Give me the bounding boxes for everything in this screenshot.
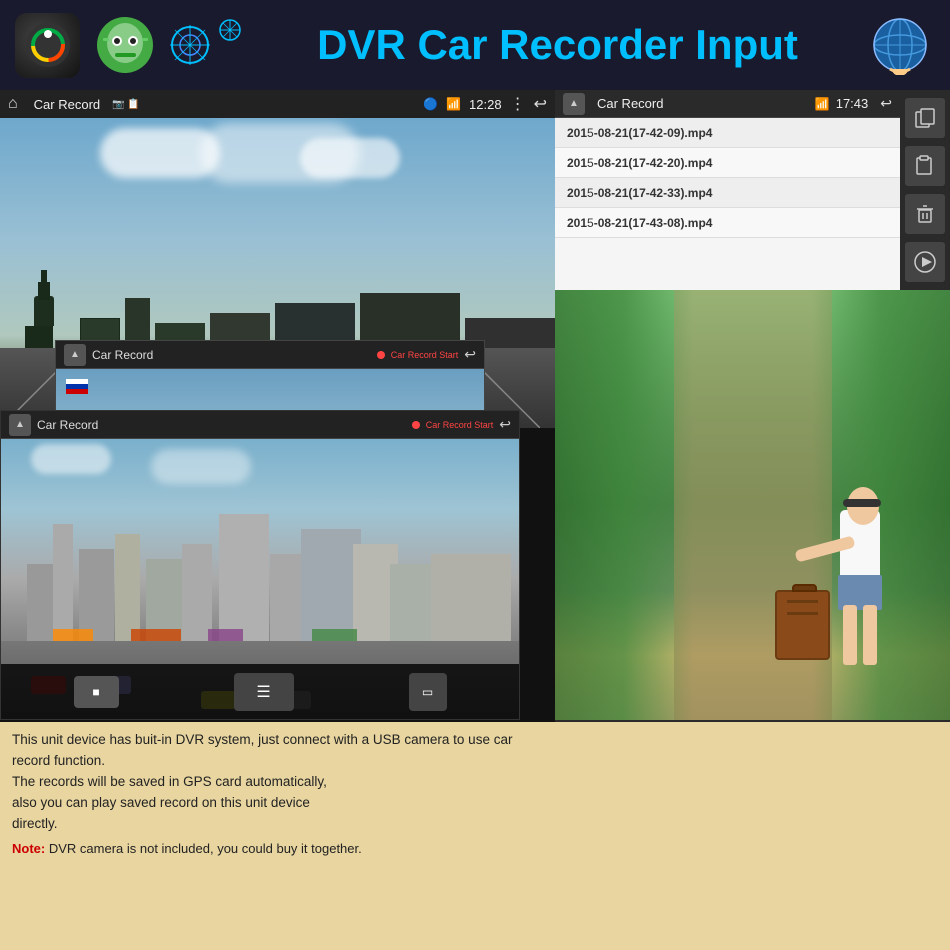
right-panel-up-btn[interactable]: ▲ (563, 93, 585, 115)
panel-mid-rec: Car Record Start (391, 350, 459, 360)
panel-mid-title: Car Record (92, 348, 371, 362)
right-bottom-text (555, 722, 950, 950)
home-icon[interactable]: ⌂ (8, 95, 18, 113)
panel-mid-up-btn[interactable]: ▲ (64, 344, 86, 366)
girl-photo (555, 290, 950, 720)
panel-large-square-btn[interactable]: ▭ (409, 673, 447, 711)
rec-dot-mid (377, 351, 385, 359)
file-item-4[interactable]: 2015-08-21(17-43-08).mp4 (555, 208, 900, 238)
globe-icon (865, 10, 935, 80)
note-content: DVR camera is not included, you could bu… (49, 841, 362, 856)
file-item-2[interactable]: 2015-08-21(17-42-20).mp4 (555, 148, 900, 178)
panel-large-up-btn[interactable]: ▲ (9, 414, 31, 436)
file-item-1[interactable]: 2015-08-21(17-42-09).mp4 (555, 118, 900, 148)
description-text: This unit device has buit-in DVR system,… (12, 730, 543, 835)
description-area: This unit device has buit-in DVR system,… (0, 722, 555, 950)
robot-icon (90, 10, 160, 80)
play-btn[interactable] (905, 242, 945, 282)
panel1-title: Car Record (34, 97, 100, 112)
status-time-1: 12:28 (469, 97, 502, 112)
left-panels-area: ⌂ Car Record 📷 📋 🔵 📶 12:28 ⋮ ↩ ▲ Car Rec… (0, 90, 555, 950)
right-panel-title: Car Record (597, 96, 809, 111)
right-panel-time: 17:43 (836, 96, 869, 111)
back-btn-1[interactable]: ↩ (534, 94, 547, 114)
page-title: DVR Car Recorder Input (260, 21, 855, 69)
copy-btn[interactable] (905, 98, 945, 138)
panel-large-title: Car Record (37, 418, 406, 432)
panel-large-header: ▲ Car Record Car Record Start ↩ (1, 411, 519, 439)
right-panel-wifi: 📶 (815, 97, 830, 111)
right-content: ▲ Car Record 📶 17:43 ↩ 2015-08-21(17-42-… (555, 90, 950, 950)
header-deco-left (170, 15, 250, 75)
file-list-panel: ▲ Car Record 📶 17:43 ↩ 2015-08-21(17-42-… (555, 90, 900, 290)
more-icon-1[interactable]: ⋮ (510, 94, 526, 114)
rec-dot-large (412, 421, 420, 429)
top-header: DVR Car Recorder Input (0, 0, 950, 90)
panel-large-bottom-bar: ■ ☰ ▭ (1, 664, 519, 719)
file-list-header: ▲ Car Record 📶 17:43 ↩ (555, 90, 900, 118)
delete-btn[interactable] (905, 194, 945, 234)
note-text: Note: DVR camera is not included, you co… (12, 841, 543, 856)
right-panel-back-btn[interactable]: ↩ (880, 95, 892, 112)
panel-large-back[interactable]: ↩ (499, 416, 511, 433)
file-list: 2015-08-21(17-42-09).mp4 2015-08-21(17-4… (555, 118, 900, 290)
panel-large-stop-btn[interactable]: ■ (74, 676, 119, 708)
panel-mid-header: ▲ Car Record Car Record Start ↩ (56, 341, 484, 369)
status-bar-1: ⌂ Car Record 📷 📋 🔵 📶 12:28 ⋮ ↩ (0, 90, 555, 118)
panel-mid-back[interactable]: ↩ (464, 346, 476, 363)
note-label: Note: (12, 841, 45, 856)
main-area: ⌂ Car Record 📷 📋 🔵 📶 12:28 ⋮ ↩ ▲ Car Rec… (0, 90, 950, 950)
panel-large: ▲ Car Record Car Record Start ↩ (0, 410, 520, 720)
panel-large-menu-btn[interactable]: ☰ (234, 673, 294, 711)
panel-large-body: ■ ☰ ▭ (1, 439, 519, 719)
app-icon (15, 13, 80, 78)
panel-large-rec: Car Record Start (426, 420, 494, 430)
paste-btn[interactable] (905, 146, 945, 186)
file-item-3[interactable]: 2015-08-21(17-42-33).mp4 (555, 178, 900, 208)
